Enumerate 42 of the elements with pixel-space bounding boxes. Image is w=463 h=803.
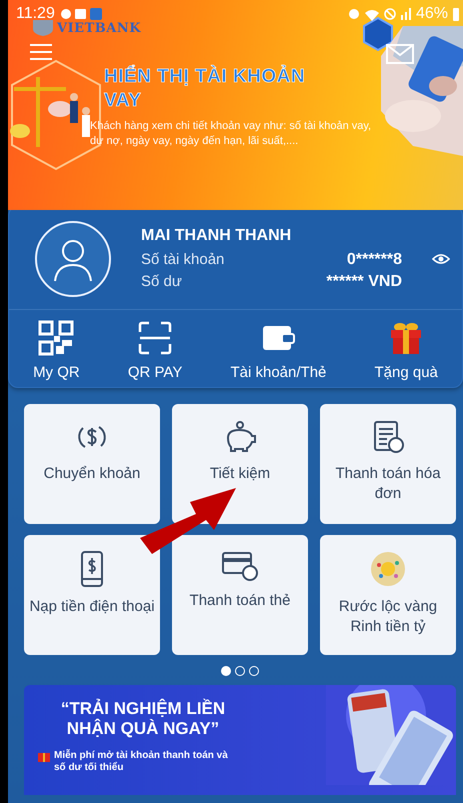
battery-level: 46% — [416, 5, 448, 23]
banner-title: HIỂN THỊ TÀI KHOẢN VAY — [104, 65, 306, 112]
promo-offer: số dư tối thiểu — [54, 762, 124, 773]
do-not-disturb-icon — [384, 8, 396, 20]
banner-description: Khách hàng xem chi tiết khoản vay như: số tài khoản vay, dư nợ, ngày vay, ngày đến hạn, lãi suất,.... — [90, 118, 372, 149]
golden-coin-icon — [370, 551, 406, 587]
page-indicator-dot[interactable] — [235, 666, 245, 676]
service-tile[interactable]: Tiết kiệm — [172, 404, 308, 524]
account-number-label: Số tài khoản — [141, 251, 224, 268]
quick-action[interactable]: My QR — [29, 320, 84, 381]
account-number: 0******8 — [346, 251, 402, 269]
service-tile[interactable]: Thanh toán thẻ — [172, 535, 308, 655]
promo-offer: Miễn phí mở tài khoản thanh toán và — [54, 750, 228, 762]
quick-action[interactable]: Tài khoản/Thẻ — [226, 320, 330, 381]
page-indicator-dot[interactable] — [249, 666, 259, 676]
scan-icon — [137, 320, 174, 356]
quick-action[interactable]: QR PAY — [124, 320, 186, 381]
hexagon-icon[interactable] — [360, 16, 396, 52]
bill-icon — [371, 420, 405, 454]
battery-icon — [453, 8, 459, 20]
promo-headline: “TRẢI NGHIỆM LIỀN NHẬN QUÀ NGAY” — [60, 699, 226, 740]
credit-card-icon — [222, 551, 258, 581]
account-holder-name: MAI THANH THANH — [141, 227, 292, 245]
balance-value: ****** VND — [326, 273, 402, 291]
service-tile[interactable]: Nạp tiền điện thoại — [24, 535, 160, 655]
page-indicator-dot[interactable] — [221, 666, 231, 676]
wifi-icon — [364, 8, 379, 20]
service-tile[interactable]: Chuyển khoản — [24, 404, 160, 524]
promo-banner[interactable]: “TRẢI NGHIỆM LIỀN NHẬN QUÀ NGAY” Miễn phí mở tài khoản thanh toán và số dư tối thiểu — [24, 685, 456, 795]
menu-icon[interactable] — [30, 44, 52, 60]
shield-logo-icon — [32, 19, 54, 37]
qr-code-icon — [38, 320, 74, 356]
service-tile[interactable]: Thanh toán hóa đơn — [320, 404, 456, 524]
phone-dollar-icon — [80, 551, 104, 587]
bank-logo: VIETBANK — [57, 20, 142, 36]
balance-label: Số dư — [141, 273, 182, 290]
signal-icon — [400, 8, 411, 20]
avatar-icon[interactable] — [35, 221, 111, 297]
eye-icon[interactable] — [432, 253, 450, 265]
status-time: 11:29 — [16, 5, 55, 23]
quick-action[interactable]: Tặng quà — [370, 320, 442, 381]
service-tile[interactable]: Rước lộc vàng Rinh tiền tỷ — [320, 535, 456, 655]
